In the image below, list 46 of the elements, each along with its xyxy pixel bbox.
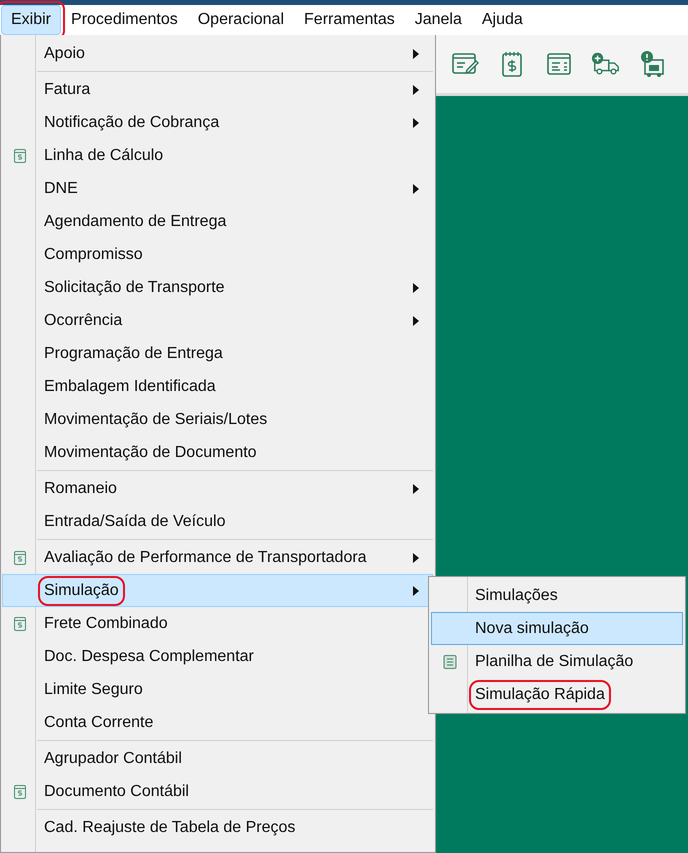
menu-item[interactable]: Linha de Cálculo bbox=[2, 139, 433, 172]
menu-item[interactable]: DNE bbox=[2, 172, 433, 205]
menu-item[interactable]: Simulação Rápida bbox=[431, 678, 683, 711]
menu-item[interactable]: Nova simulação bbox=[431, 612, 683, 645]
menu-item[interactable]: Fatura bbox=[2, 73, 433, 106]
menu-item[interactable]: Agrupador Contábil bbox=[2, 742, 433, 775]
menu-item[interactable]: Romaneio bbox=[2, 472, 433, 505]
menu-item[interactable]: Movimentação de Seriais/Lotes bbox=[2, 403, 433, 436]
submenu-arrow-icon bbox=[413, 586, 419, 596]
submenu-arrow-icon bbox=[413, 84, 419, 94]
menu-item[interactable]: Apoio bbox=[2, 37, 433, 70]
menu-bar-item[interactable]: Janela bbox=[404, 5, 472, 35]
menu-item[interactable]: Simulações bbox=[431, 579, 683, 612]
document-icon bbox=[12, 616, 28, 632]
menu-item[interactable]: Entrada/Saída de Veículo bbox=[2, 505, 433, 538]
menu-bar-item[interactable]: Procedimentos bbox=[61, 5, 188, 35]
submenu-arrow-icon bbox=[413, 184, 419, 194]
menu-item[interactable]: Agendamento de Entrega bbox=[2, 205, 433, 238]
menu-item[interactable]: Notificação de Cobrança bbox=[2, 106, 433, 139]
submenu-arrow-icon bbox=[413, 552, 419, 562]
menu-item[interactable]: Simulação bbox=[2, 574, 433, 607]
form-icon[interactable] bbox=[544, 50, 574, 78]
submenu-arrow-icon bbox=[413, 48, 419, 58]
menu-bar-item[interactable]: Operacional bbox=[188, 5, 294, 35]
menu-item[interactable]: Cad. Reajuste de Tabela de Preços bbox=[2, 811, 433, 844]
document-icon bbox=[12, 784, 28, 800]
submenu-arrow-icon bbox=[413, 282, 419, 292]
document-icon bbox=[12, 550, 28, 566]
menu-item[interactable]: Frete Combinado bbox=[2, 607, 433, 640]
menu-bar-item[interactable]: Ferramentas bbox=[294, 5, 405, 35]
menu-item[interactable]: Compromisso bbox=[2, 238, 433, 271]
submenu-arrow-icon bbox=[413, 484, 419, 494]
menu-item[interactable]: Solicitação de Transporte bbox=[2, 271, 433, 304]
menu-bar-item[interactable]: Ajuda bbox=[472, 5, 533, 35]
submenu-arrow-icon bbox=[413, 316, 419, 326]
spreadsheet-icon bbox=[442, 654, 458, 670]
menu-item[interactable]: Ocorrência bbox=[2, 304, 433, 337]
menu-item[interactable]: Planilha de Simulação bbox=[431, 645, 683, 678]
menu-item[interactable]: Movimentação de Documento bbox=[2, 436, 433, 469]
document-icon bbox=[12, 148, 28, 164]
menu-item[interactable]: Programação de Entrega bbox=[2, 337, 433, 370]
menu-item[interactable]: Avaliação de Performance de Transportadora bbox=[2, 541, 433, 574]
menu-item[interactable]: Embalagem Identificada bbox=[2, 370, 433, 403]
menu-item[interactable]: Documento Contábil bbox=[2, 775, 433, 808]
menu-item[interactable]: Conta Corrente bbox=[2, 706, 433, 739]
submenu-arrow-icon bbox=[413, 118, 419, 128]
